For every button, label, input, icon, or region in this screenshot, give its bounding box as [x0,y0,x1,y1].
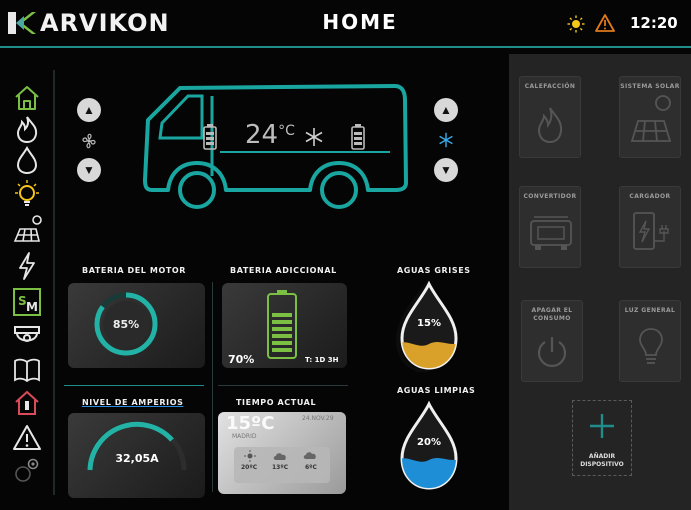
water-drop-icon[interactable] [12,145,42,175]
forecast-cloud-icon [273,453,286,460]
device-general-light-label: LUZ GENERAL [624,307,676,314]
device-solar-label: SISTEMA SOLAR [620,83,680,90]
sidebar: S M [0,75,52,495]
device-charger-icon [633,212,669,250]
amps-label: NIVEL DE AMPERIOS [82,398,184,407]
grey-water-label: AGUAS GRISES [397,266,471,275]
ac-snowflake-icon [439,132,453,148]
device-converter[interactable]: CONVERTIDOR [519,186,581,268]
forecast-3-temp: 6ºC [305,464,317,471]
clock: 12:20 [630,14,678,32]
widget-divider-left [64,385,204,386]
lightbulb-icon[interactable] [12,179,42,209]
grey-water-percent: 15% [417,318,441,329]
fan-up-button[interactable]: ▲ [77,98,101,122]
brand-logo: ARVIKON [6,6,170,40]
device-heating[interactable]: CALEFACCIÓN [519,76,581,158]
plus-icon [590,414,614,438]
sm-logo-icon[interactable]: S M [12,287,42,317]
devices-panel: CALEFACCIÓN SISTEMA SOLAR CONVERTIDOR CA… [509,54,691,510]
sidebar-divider [53,70,55,495]
device-flame-icon [537,107,563,144]
forecast-sun-icon [244,450,256,462]
clean-water-percent: 20% [417,437,441,448]
extra-battery-time: T: 1D 3H [305,356,339,364]
device-solar-panel-icon [630,95,672,142]
forecast-2-temp: 13ºC [272,464,289,471]
device-converter-label: CONVERTIDOR [523,193,577,200]
device-solar[interactable]: SISTEMA SOLAR [619,76,681,158]
home-icon[interactable] [12,83,42,113]
device-power-off-label: APAGAR EL CONSUMO [531,307,573,322]
weather-label: TIEMPO ACTUAL [236,398,317,407]
ac-up-button[interactable]: ▲ [434,98,458,122]
device-general-light[interactable]: LUZ GENERAL [619,300,681,382]
extra-battery-label: BATERIA ADICCIONAL [230,266,337,275]
device-power-off[interactable]: APAGAR EL CONSUMO [521,300,583,382]
svg-text:M: M [26,300,38,314]
extra-battery-percent: 70% [228,353,255,366]
device-charger-label: CARGADOR [629,193,671,200]
motor-battery-percent: 85% [112,318,140,331]
ac-down-button[interactable]: ▼ [434,158,458,182]
snowflake-icon [305,128,323,146]
solar-panel-icon[interactable] [12,215,42,245]
cabin-temperature: 24 °C [245,120,295,150]
sun-icon[interactable] [567,15,585,33]
add-device-button[interactable]: AÑADIR DISPOSITIVO [572,400,632,476]
page-title: HOME [322,10,398,34]
clean-water-label: AGUAS LIMPIAS [397,386,476,395]
camera-icon[interactable] [12,323,42,353]
cabin-temperature-unit: °C [278,123,295,139]
weather-temperature: 15ºC [226,413,275,434]
device-charger[interactable]: CARGADOR [619,186,681,268]
device-bulb-icon [639,328,663,364]
battery-right-icon [351,124,365,150]
widget-divider-vertical [212,282,213,492]
fan-icon [82,133,96,149]
book-icon[interactable] [12,355,42,385]
amps-gauge [87,420,187,471]
motor-battery-label: BATERIA DEL MOTOR [82,266,187,275]
flame-icon[interactable] [12,114,42,144]
brand-mark-icon [8,12,36,34]
alert-triangle-icon[interactable] [12,423,42,453]
amps-value: 32,05A [115,452,159,465]
top-bar-divider [0,46,691,48]
warning-icon[interactable] [595,14,615,32]
widget-divider-middle [218,385,348,386]
lightning-icon[interactable] [12,251,42,281]
forecast-rain-cloud-icon [303,452,316,459]
battery-left-icon [203,124,217,150]
fan-down-button[interactable]: ▼ [77,158,101,182]
add-device-label: AÑADIR DISPOSITIVO [580,453,624,468]
device-heating-label: CALEFACCIÓN [524,83,576,90]
extra-battery-level-icon [267,290,297,359]
settings-icon[interactable] [12,455,42,485]
device-power-icon [537,337,567,367]
house-alarm-icon[interactable] [12,387,42,417]
weather-city: MADRID [232,433,257,440]
weather-date: 24.NOV.29 [302,415,334,422]
forecast-1-temp: 20ºC [241,464,258,471]
brand-name: ARVIKON [40,9,170,37]
device-converter-icon [530,216,572,250]
cabin-temperature-value: 24 [245,120,279,150]
